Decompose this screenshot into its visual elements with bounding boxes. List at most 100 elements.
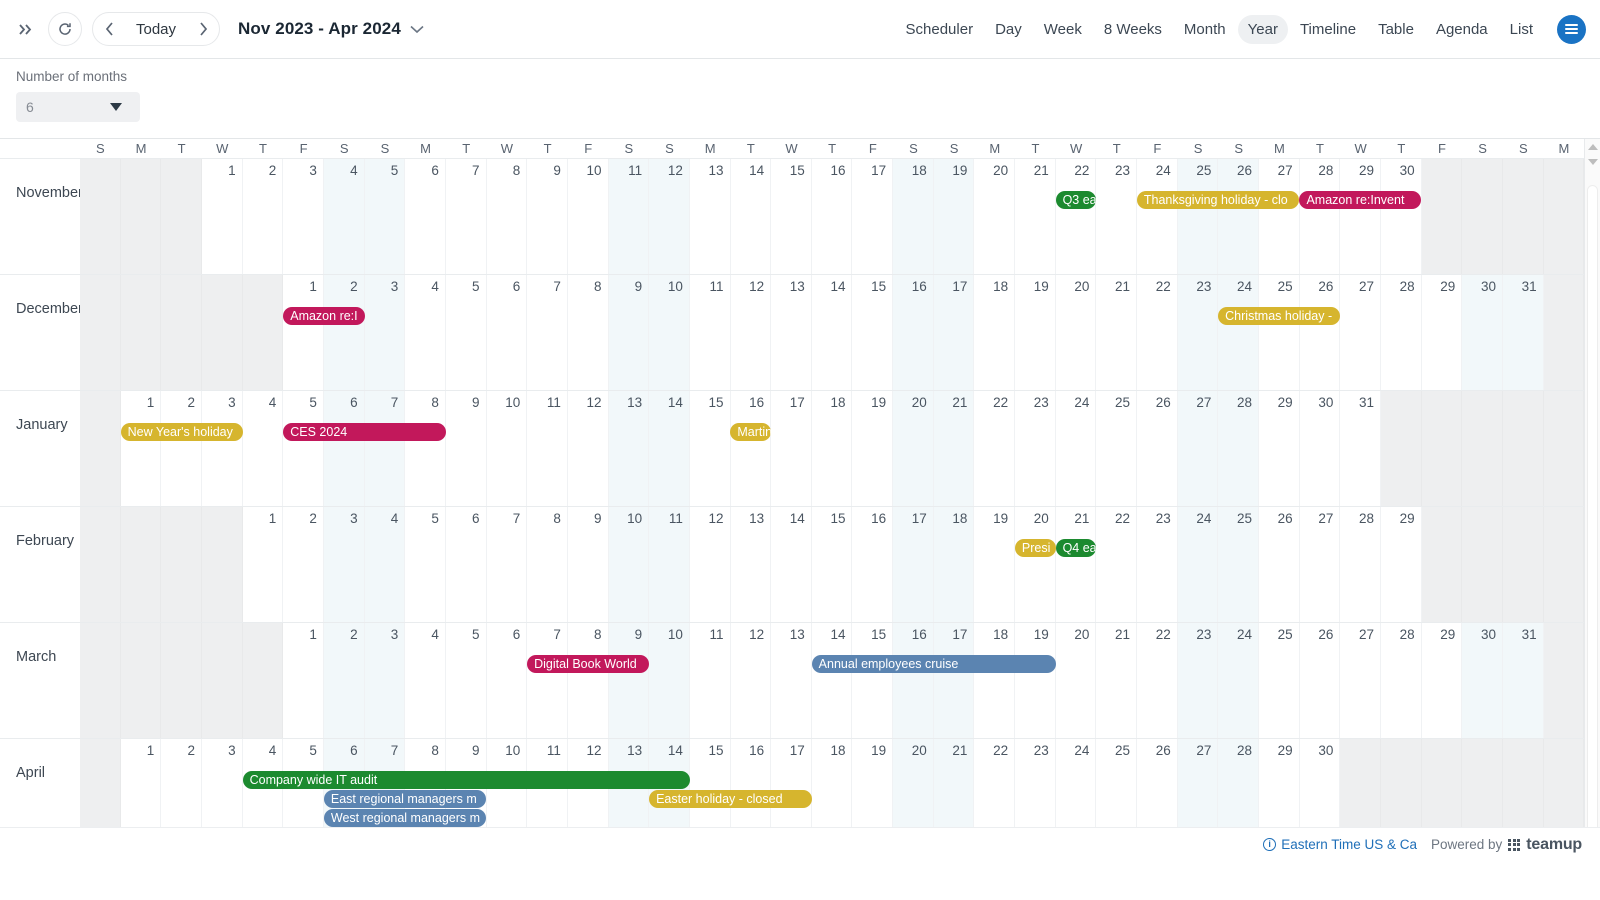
timezone-link[interactable]: i Eastern Time US & Ca xyxy=(1263,837,1417,852)
day-cell[interactable]: 25 xyxy=(1177,159,1219,274)
day-cell[interactable]: 18 xyxy=(893,159,934,274)
day-cell[interactable]: 23 xyxy=(1015,391,1056,506)
day-cell[interactable]: 12 xyxy=(567,391,609,506)
day-cell[interactable]: 28 xyxy=(1381,275,1422,390)
day-cell[interactable]: 11 xyxy=(649,507,690,622)
day-cell[interactable]: 6 xyxy=(486,275,528,390)
day-cell[interactable]: 6 xyxy=(445,507,487,622)
day-cell[interactable]: 5 xyxy=(364,159,406,274)
scrollbar-thumb[interactable] xyxy=(1587,185,1598,845)
day-cell[interactable]: 11 xyxy=(527,391,568,506)
day-cell[interactable]: 6 xyxy=(323,391,365,506)
day-cell[interactable]: 16 xyxy=(852,507,894,622)
day-cell[interactable]: 6 xyxy=(486,623,528,738)
day-cell[interactable]: 14 xyxy=(811,623,853,738)
calendar-event[interactable]: Digital Book World xyxy=(527,655,650,673)
calendar-event[interactable]: Martin xyxy=(730,423,772,441)
tab-day[interactable]: Day xyxy=(985,15,1032,44)
day-cell[interactable]: 23 xyxy=(1096,159,1138,274)
day-cell[interactable]: 26 xyxy=(1218,159,1260,274)
day-cell[interactable]: 14 xyxy=(649,391,690,506)
day-cell[interactable]: 10 xyxy=(649,275,690,390)
day-cell[interactable]: 2 xyxy=(242,159,284,274)
day-cell[interactable]: 31 xyxy=(1340,391,1381,506)
day-cell[interactable]: 28 xyxy=(1340,507,1381,622)
day-cell[interactable]: 24 xyxy=(1177,507,1219,622)
day-cell[interactable]: 17 xyxy=(771,391,812,506)
day-cell[interactable]: 22 xyxy=(1137,275,1178,390)
day-cell[interactable]: 20 xyxy=(1055,275,1097,390)
day-cell[interactable]: 24 xyxy=(1218,275,1260,390)
day-cell[interactable]: 20 xyxy=(1015,507,1056,622)
day-cell[interactable]: 17 xyxy=(893,507,934,622)
calendar-event[interactable]: West regional managers m xyxy=(323,809,487,827)
day-cell[interactable]: 19 xyxy=(933,159,975,274)
day-cell[interactable]: 15 xyxy=(852,623,894,738)
day-cell[interactable]: 13 xyxy=(608,391,650,506)
day-cell[interactable]: 27 xyxy=(1259,159,1300,274)
day-cell[interactable]: 13 xyxy=(771,275,812,390)
day-cell[interactable]: 30 xyxy=(1462,275,1503,390)
day-cell[interactable]: 15 xyxy=(811,507,853,622)
day-cell[interactable]: 17 xyxy=(933,623,975,738)
tab-year[interactable]: Year xyxy=(1237,14,1288,44)
day-cell[interactable]: 7 xyxy=(527,623,568,738)
day-cell[interactable]: 2 xyxy=(323,275,365,390)
day-cell[interactable]: 11 xyxy=(689,623,731,738)
day-cell[interactable]: 2 xyxy=(323,623,365,738)
day-cell[interactable]: 22 xyxy=(1096,507,1138,622)
day-cell[interactable]: 7 xyxy=(445,159,487,274)
day-cell[interactable]: 26 xyxy=(1259,507,1300,622)
day-cell[interactable]: 14 xyxy=(730,159,772,274)
day-cell[interactable]: 4 xyxy=(242,391,284,506)
day-cell[interactable]: 5 xyxy=(405,507,446,622)
calendar-event[interactable]: Amazon re:I xyxy=(283,307,365,325)
tab-month[interactable]: Month xyxy=(1174,15,1236,44)
day-cell[interactable]: 23 xyxy=(1177,623,1219,738)
day-cell[interactable]: 2 xyxy=(283,507,324,622)
day-cell[interactable]: 16 xyxy=(730,391,772,506)
day-cell[interactable]: 29 xyxy=(1421,623,1463,738)
calendar-event[interactable]: Q3 ea xyxy=(1055,191,1097,209)
day-cell[interactable]: 25 xyxy=(1259,275,1300,390)
tab-scheduler[interactable]: Scheduler xyxy=(896,15,984,44)
day-cell[interactable]: 18 xyxy=(811,391,853,506)
day-cell[interactable]: 8 xyxy=(567,275,609,390)
day-cell[interactable]: 28 xyxy=(1218,391,1260,506)
day-cell[interactable]: 27 xyxy=(1340,275,1381,390)
day-cell[interactable]: 27 xyxy=(1177,391,1219,506)
day-cell[interactable]: 25 xyxy=(1259,623,1300,738)
day-cell[interactable]: 26 xyxy=(1137,391,1178,506)
calendar-event[interactable]: CES 2024 xyxy=(283,423,446,441)
number-of-months-select[interactable]: 6 xyxy=(16,92,140,122)
day-cell[interactable]: 7 xyxy=(527,275,568,390)
day-cell[interactable]: 8 xyxy=(405,391,446,506)
day-cell[interactable]: 11 xyxy=(608,159,650,274)
day-cell[interactable]: 15 xyxy=(689,391,731,506)
day-cell[interactable]: 14 xyxy=(771,507,812,622)
day-cell[interactable]: 12 xyxy=(689,507,731,622)
vertical-scrollbar[interactable] xyxy=(1584,139,1600,861)
calendar-event[interactable]: Amazon re:Invent xyxy=(1299,191,1422,209)
day-cell[interactable]: 29 xyxy=(1381,507,1422,622)
day-cell[interactable]: 19 xyxy=(974,507,1016,622)
day-cell[interactable]: 3 xyxy=(364,623,406,738)
day-cell[interactable]: 4 xyxy=(405,275,446,390)
day-cell[interactable]: 18 xyxy=(974,623,1016,738)
day-cell[interactable]: 24 xyxy=(1055,391,1097,506)
scroll-up-button[interactable] xyxy=(1585,139,1600,154)
day-cell[interactable]: 19 xyxy=(1015,623,1056,738)
day-cell[interactable]: 10 xyxy=(649,623,690,738)
day-cell[interactable]: 25 xyxy=(1218,507,1260,622)
day-cell[interactable]: 1 xyxy=(120,391,162,506)
day-cell[interactable]: 3 xyxy=(283,159,324,274)
calendar-event[interactable]: East regional managers m xyxy=(323,790,487,808)
day-cell[interactable]: 29 xyxy=(1421,275,1463,390)
day-cell[interactable]: 2 xyxy=(161,391,202,506)
day-cell[interactable]: 22 xyxy=(1137,623,1178,738)
day-cell[interactable]: 30 xyxy=(1462,623,1503,738)
day-cell[interactable]: 31 xyxy=(1502,623,1544,738)
day-cell[interactable]: 19 xyxy=(852,391,894,506)
day-cell[interactable]: 26 xyxy=(1299,275,1341,390)
tab-agenda[interactable]: Agenda xyxy=(1426,15,1498,44)
